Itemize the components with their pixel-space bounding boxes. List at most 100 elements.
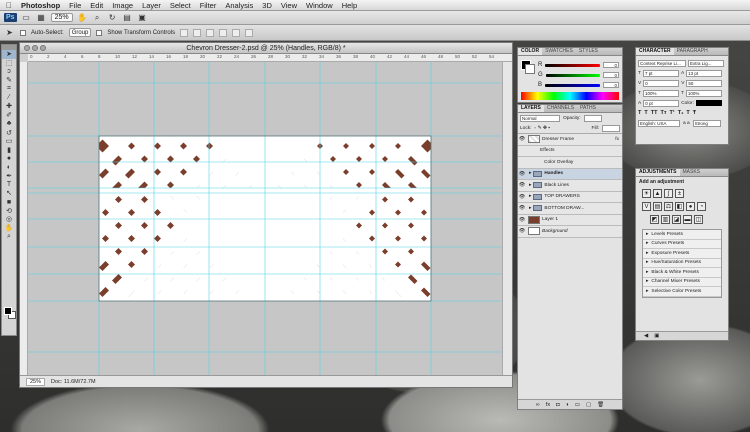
threshold-icon[interactable]: ◪ [672, 215, 681, 224]
tab-styles[interactable]: STYLES [576, 48, 601, 55]
delete-layer-icon[interactable]: 🗑 [597, 402, 604, 408]
link-layers-icon[interactable]: ∞ [536, 402, 540, 408]
layer-row[interactable]: 👁 ▸ Black Lines [518, 180, 622, 192]
strikethrough-button[interactable]: Ŧ [693, 110, 696, 116]
preset-item[interactable]: ▸ Hue/Saturation Presets [643, 258, 721, 268]
visibility-eye-icon[interactable]: 👁 [518, 194, 526, 200]
screen-mode-icon[interactable]: ▣ [137, 13, 148, 23]
visibility-eye-icon[interactable]: 👁 [518, 182, 526, 188]
align-middle-icon[interactable] [193, 28, 202, 37]
horizontal-ruler[interactable]: 0 2 4 6 8 10 12 14 16 18 20 22 24 26 28 30 32 34 36 38 40 42 4… [28, 54, 512, 62]
tab-adjustments[interactable]: ADJUSTMENTS [636, 169, 680, 176]
type-tool-icon[interactable]: T [2, 180, 16, 189]
channel-g-value[interactable]: 0 [603, 72, 619, 78]
leading-field[interactable]: 13 pt [686, 69, 723, 77]
align-left-icon[interactable] [219, 28, 228, 37]
posterize-icon[interactable]: ▥ [661, 215, 670, 224]
quick-select-tool-icon[interactable]: ✎ [2, 76, 16, 85]
eraser-tool-icon[interactable]: ▭ [2, 137, 16, 146]
channel-g-slider[interactable] [545, 73, 600, 77]
move-tool-preset-icon[interactable]: ➤ [4, 28, 15, 38]
preset-item[interactable]: ▸ Black & White Presets [643, 268, 721, 278]
blur-tool-icon[interactable]: ● [2, 154, 16, 163]
add-style-icon[interactable]: fx [546, 402, 550, 408]
menu-image[interactable]: Image [112, 1, 133, 10]
menu-app-name[interactable]: Photoshop [21, 1, 60, 10]
add-mask-icon[interactable]: ◘ [556, 402, 559, 408]
rotate-view-icon[interactable]: ↻ [107, 13, 118, 23]
opacity-field[interactable] [583, 115, 602, 122]
document-size[interactable]: Doc: 11.6M/72.7M [51, 379, 96, 385]
text-color-swatch[interactable] [696, 100, 722, 106]
visibility-eye-icon[interactable]: 👁 [518, 217, 526, 223]
fill-field[interactable] [602, 125, 620, 132]
menu-3d[interactable]: 3D [262, 1, 272, 10]
3d-camera-icon[interactable]: ◎ [2, 215, 16, 224]
pen-tool-icon[interactable]: ✒ [2, 172, 16, 181]
blend-mode-select[interactable]: Normal [520, 115, 560, 122]
all-caps-button[interactable]: TT [651, 110, 658, 116]
zoom-tool-icon[interactable]: ⌕ [92, 13, 103, 23]
vibrance-icon[interactable]: V [642, 202, 651, 211]
lasso-tool-icon[interactable]: ↄ [2, 67, 16, 76]
channel-mixer-icon[interactable]: ◔ [697, 202, 706, 211]
color-bg-swatch[interactable] [525, 64, 535, 74]
menu-select[interactable]: Select [170, 1, 191, 10]
color-spectrum-bar[interactable] [521, 92, 619, 100]
hand-tool-icon[interactable]: ✋ [77, 13, 88, 23]
crop-tool-icon[interactable]: ⌗ [2, 85, 16, 94]
underline-button[interactable]: T [686, 110, 689, 116]
black-white-icon[interactable]: ◧ [675, 202, 684, 211]
vertical-scrollbar[interactable] [502, 62, 512, 375]
status-zoom-field[interactable]: 25% [26, 377, 46, 386]
foreground-color-swatch[interactable] [4, 307, 12, 315]
new-layer-icon[interactable]: ▢ [586, 402, 591, 408]
faux-bold-button[interactable]: T [638, 110, 641, 116]
photo-filter-icon[interactable]: ● [686, 202, 695, 211]
eyedropper-tool-icon[interactable]: ⁄ [2, 93, 16, 102]
return-to-list-icon[interactable]: ◀ [644, 333, 648, 339]
expand-arrow-icon[interactable]: ▸ [529, 183, 531, 188]
history-brush-icon[interactable]: ↺ [2, 128, 16, 137]
preset-expand-icon[interactable]: ▸ [646, 232, 648, 237]
language-select[interactable]: English: USA [638, 119, 680, 127]
canvas-area[interactable] [28, 62, 502, 375]
menu-window[interactable]: Window [306, 1, 333, 10]
subscript-button[interactable]: T₁ [678, 110, 684, 116]
shape-tool-icon[interactable]: ■ [2, 198, 16, 207]
artboard[interactable] [28, 62, 502, 375]
channel-b-slider[interactable] [545, 83, 600, 87]
font-size-field[interactable]: 7 pt [642, 69, 679, 77]
clone-stamp-icon[interactable]: ♣ [2, 120, 16, 129]
tab-masks[interactable]: MASKS [680, 169, 704, 176]
close-window-icon[interactable] [24, 45, 30, 51]
menu-view[interactable]: View [281, 1, 297, 10]
menu-help[interactable]: Help [342, 1, 357, 10]
menu-edit[interactable]: Edit [90, 1, 103, 10]
antialias-select[interactable]: Strong [692, 119, 721, 127]
new-adjustment-icon[interactable]: ◑ [565, 402, 568, 408]
zoom-tool-icon-2[interactable]: ⌕ [2, 232, 16, 241]
move-tool-icon[interactable]: ➤ [2, 50, 16, 59]
gradient-tool-icon[interactable]: ▮ [2, 146, 16, 155]
preset-expand-icon[interactable]: ▸ [646, 279, 648, 284]
font-family-select[interactable]: Context Reprise Li... [638, 59, 686, 67]
apple-icon[interactable]:  [6, 1, 12, 10]
hand-tool-icon-2[interactable]: ✋ [2, 224, 16, 233]
visibility-eye-icon[interactable]: 👁 [518, 205, 526, 211]
brightness-contrast-icon[interactable]: ☀ [642, 189, 651, 198]
preset-expand-icon[interactable]: ▸ [646, 270, 648, 275]
preset-expand-icon[interactable]: ▸ [646, 260, 648, 265]
levels-icon[interactable]: ▲ [653, 189, 662, 198]
tab-channels[interactable]: CHANNELS [544, 105, 577, 112]
preset-item[interactable]: ▸ Selective Color Presets [643, 287, 721, 297]
tab-paths[interactable]: PATHS [577, 105, 599, 112]
auto-select-dropdown[interactable]: Group [68, 28, 92, 37]
vertical-ruler[interactable] [20, 62, 28, 375]
font-style-select[interactable]: Extra Lig... [688, 59, 724, 67]
tab-layers[interactable]: LAYERS [518, 105, 544, 112]
visibility-eye-icon[interactable]: 👁 [518, 136, 526, 142]
preset-item[interactable]: ▸ Exposure Presets [643, 249, 721, 259]
layer-row[interactable]: 👁 ▸ TOP DRAWERS [518, 191, 622, 203]
channel-b-value[interactable]: 0 [603, 82, 619, 88]
